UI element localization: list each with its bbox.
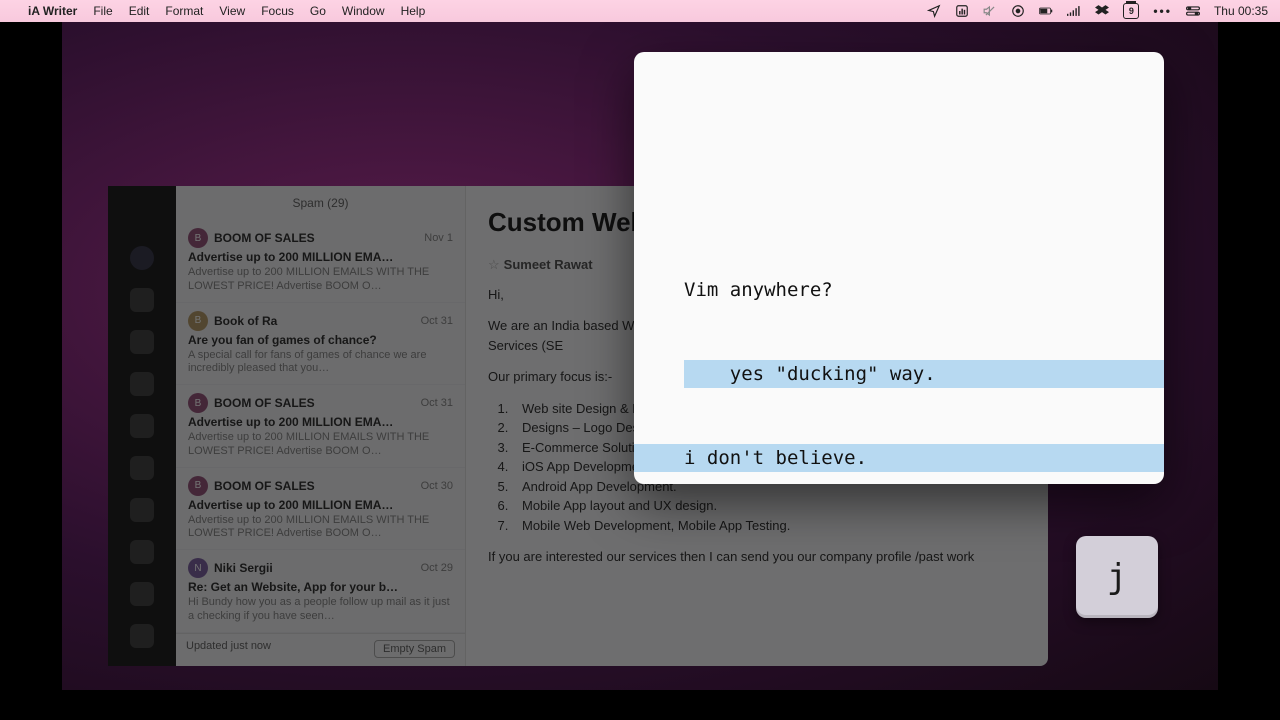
dropbox-icon[interactable] — [1095, 4, 1109, 18]
record-icon[interactable] — [1011, 4, 1025, 18]
mail-date: Oct 31 — [421, 397, 453, 409]
editor-line-selected[interactable]: i don't believe. — [634, 444, 1164, 472]
mail-sidebar-icon[interactable] — [130, 414, 154, 438]
mail-preview: A special call for fans of games of chan… — [188, 349, 453, 377]
mail-sidebar-icon[interactable] — [130, 582, 154, 606]
overflow-icon[interactable]: ••• — [1153, 4, 1172, 18]
mail-sender: Book of Ra — [214, 314, 415, 328]
mail-preview: Advertise up to 200 MILLION EMAILS WITH … — [188, 514, 453, 542]
mail-list-li: Mobile Web Development, Mobile App Testi… — [512, 516, 1026, 536]
mail-list-item[interactable]: B BOOM OF SALES Oct 31 Advertise up to 200… — [176, 385, 465, 468]
mail-sidebar-icon[interactable] — [130, 288, 154, 312]
editor-text[interactable]: Vim anywhere? yes "ducking" way. i don't… — [634, 220, 1164, 484]
mail-date: Oct 29 — [421, 562, 453, 574]
macos-menubar: iA Writer File Edit Format View Focus Go… — [0, 0, 1280, 22]
mail-subject: Advertise up to 200 MILLION EMA… — [188, 415, 453, 429]
avatar: B — [188, 393, 208, 413]
mail-preview: Advertise up to 200 MILLION EMAILS WITH … — [188, 266, 453, 294]
avatar: N — [188, 558, 208, 578]
menu-edit[interactable]: Edit — [129, 4, 150, 18]
empty-spam-button[interactable]: Empty Spam — [374, 640, 455, 658]
mail-subject: Are you fan of games of chance? — [188, 333, 453, 347]
mail-subject: Advertise up to 200 MILLION EMA… — [188, 250, 453, 264]
mail-subject: Advertise up to 200 MILLION EMA… — [188, 498, 453, 512]
mail-sender: Niki Sergii — [214, 561, 415, 575]
menu-view[interactable]: View — [219, 4, 245, 18]
editor-line[interactable]: Vim anywhere? — [634, 276, 1164, 304]
ia-writer-window[interactable]: Vim anywhere? yes "ducking" way. i don't… — [634, 52, 1164, 484]
mail-preview: Advertise up to 200 MILLION EMAILS WITH … — [188, 431, 453, 459]
control-center-icon[interactable] — [1186, 4, 1200, 18]
mail-date: Oct 30 — [421, 480, 453, 492]
mail-sender: BOOM OF SALES — [214, 479, 415, 493]
mail-sidebar-icon[interactable] — [130, 540, 154, 564]
avatar: B — [188, 311, 208, 331]
desktop: Spam (29) B BOOM OF SALES Nov 1 Advertise … — [62, 22, 1218, 690]
location-icon[interactable] — [927, 4, 941, 18]
menu-go[interactable]: Go — [310, 4, 326, 18]
cellular-icon[interactable] — [1067, 4, 1081, 18]
mail-preview: Hi Bundy how you as a people follow up m… — [188, 596, 453, 624]
keycap-overlay: j — [1076, 536, 1158, 618]
keycap-label: j — [1107, 557, 1127, 597]
mail-list-item[interactable]: B BOOM OF SALES Oct 30 Advertise up to 200… — [176, 468, 465, 551]
menu-format[interactable]: Format — [165, 4, 203, 18]
mail-list-item[interactable]: B Book of Ra Oct 31 Are you fan of games o… — [176, 303, 465, 386]
mail-list-item[interactable]: B BOOM OF SALES Nov 1 Advertise up to 200 … — [176, 220, 465, 303]
mail-account-icon[interactable] — [130, 246, 154, 270]
menubar-clock[interactable]: Thu 00:35 — [1214, 4, 1268, 18]
mail-sidebar-icon[interactable] — [130, 456, 154, 480]
mail-sidebar-icon[interactable] — [130, 330, 154, 354]
mail-sidebar-icon[interactable] — [130, 624, 154, 648]
avatar: B — [188, 228, 208, 248]
sound-off-icon[interactable] — [983, 4, 997, 18]
mail-date: Oct 31 — [421, 315, 453, 327]
mail-sidebar — [108, 186, 176, 666]
mail-sender: BOOM OF SALES — [214, 231, 418, 245]
mail-folder-title: Spam (29) — [176, 186, 465, 220]
mail-paragraph: If you are interested our services then … — [488, 547, 1026, 567]
battery-icon[interactable] — [1039, 4, 1053, 18]
star-icon[interactable]: ☆ — [488, 257, 500, 272]
editor-line-selected[interactable]: yes "ducking" way. — [634, 360, 1164, 388]
mail-sender: BOOM OF SALES — [214, 396, 415, 410]
menu-help[interactable]: Help — [401, 4, 426, 18]
mail-sidebar-icon[interactable] — [130, 372, 154, 396]
calendar-icon[interactable]: 9 — [1123, 3, 1139, 19]
menu-focus[interactable]: Focus — [261, 4, 294, 18]
menu-file[interactable]: File — [93, 4, 112, 18]
mail-date: Nov 1 — [424, 232, 453, 244]
mail-message-list: Spam (29) B BOOM OF SALES Nov 1 Advertise … — [176, 186, 466, 666]
mail-list-item[interactable]: N Niki Sergii Oct 29 Re: Get an Website, A… — [176, 550, 465, 633]
menu-window[interactable]: Window — [342, 4, 385, 18]
mail-subject: Re: Get an Website, App for your b… — [188, 580, 453, 594]
mail-sidebar-icon[interactable] — [130, 498, 154, 522]
mail-status-text: Updated just now — [186, 640, 271, 658]
app-name[interactable]: iA Writer — [28, 4, 77, 18]
mail-list-li: Mobile App layout and UX design. — [512, 496, 1026, 516]
avatar: B — [188, 476, 208, 496]
stats-icon[interactable] — [955, 4, 969, 18]
